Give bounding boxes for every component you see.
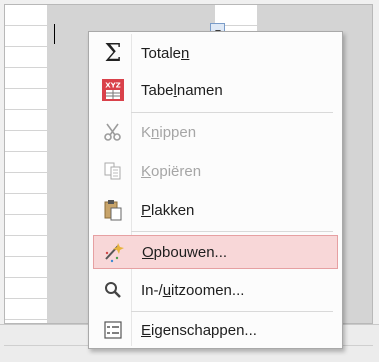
scissors-icon xyxy=(97,115,129,149)
menu-item-opbouwen[interactable]: Opbouwen... xyxy=(93,235,338,269)
menu-item-totalen[interactable]: Σ Totalen xyxy=(93,36,338,70)
menu-item-label: Eigenschappen... xyxy=(141,321,257,339)
sigma-icon: Σ xyxy=(104,39,122,67)
menu-separator xyxy=(131,311,333,312)
text-cursor xyxy=(54,24,55,44)
menu-separator xyxy=(131,112,333,113)
menu-item-plakken[interactable]: Plakken xyxy=(93,193,338,227)
zoom-magnifier-icon xyxy=(97,273,129,307)
copy-icon xyxy=(97,154,129,188)
menu-item-label: In-/uitzoomen... xyxy=(141,281,245,299)
menu-item-label: Knippen xyxy=(141,123,197,141)
context-menu: Σ Totalen XYZ Tabelnamen Knippen Kopiëre… xyxy=(88,31,343,349)
menu-item-kopieren[interactable]: Kopiëren xyxy=(93,154,338,188)
menu-item-tabelnamen[interactable]: XYZ Tabelnamen xyxy=(93,73,338,107)
menu-item-label: Kopiëren xyxy=(141,162,202,180)
menu-item-knippen[interactable]: Knippen xyxy=(93,115,338,149)
paste-icon xyxy=(97,193,129,227)
menu-item-label: Totalen xyxy=(141,44,190,62)
menu-item-label: Tabelnamen xyxy=(141,81,223,99)
grid-column-divider xyxy=(47,5,48,323)
svg-text:XYZ: XYZ xyxy=(105,82,121,90)
table-names-icon: XYZ xyxy=(97,73,129,107)
menu-item-label: Plakken xyxy=(141,201,195,219)
menu-item-zoomen[interactable]: In-/uitzoomen... xyxy=(93,273,338,307)
properties-icon xyxy=(97,313,129,347)
menu-separator xyxy=(131,231,333,232)
menu-item-label: Opbouwen... xyxy=(142,243,228,261)
menu-item-eigenschappen[interactable]: Eigenschappen... xyxy=(93,313,338,347)
build-wand-icon xyxy=(98,235,130,269)
